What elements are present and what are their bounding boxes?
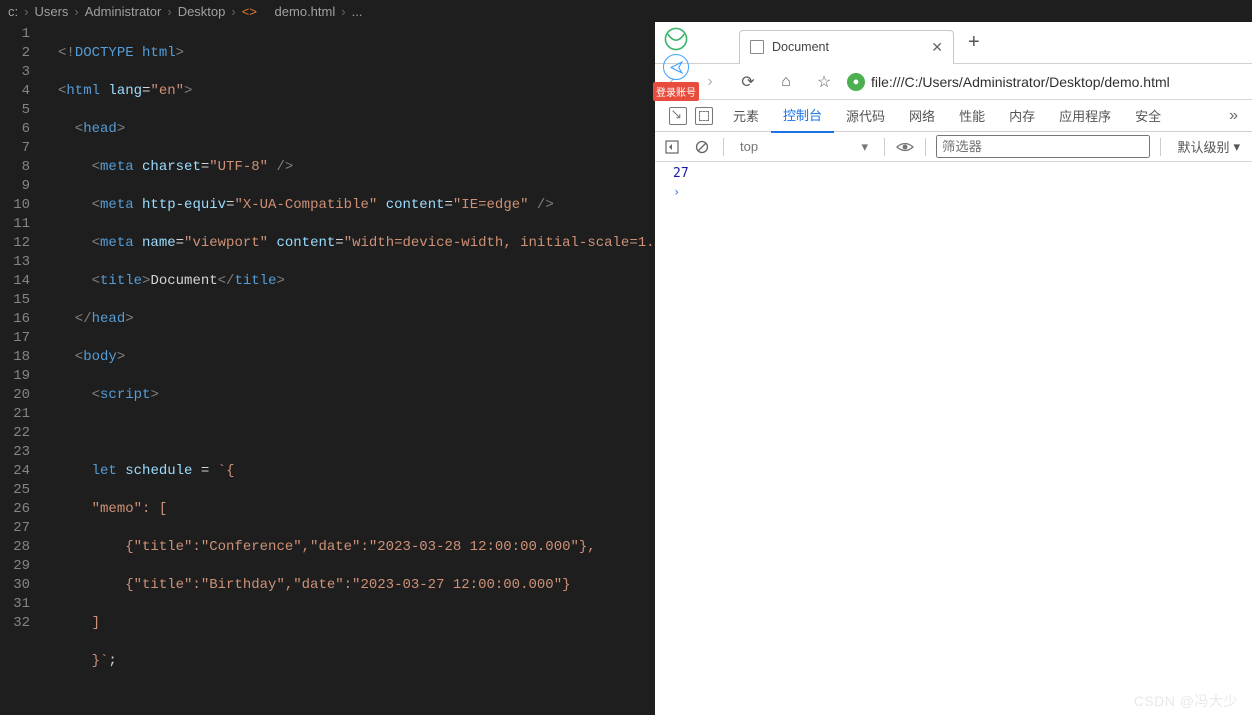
breadcrumb-item[interactable]: Desktop [178, 4, 226, 19]
breadcrumb-file[interactable]: <> demo.html [242, 4, 336, 19]
address-bar: ‹ › ⟳ ⌂ ☆ ● file:///C:/Users/Administrat… [655, 64, 1252, 100]
url-input[interactable]: ● file:///C:/Users/Administrator/Desktop… [847, 68, 1246, 96]
console-toolbar: top▾ 默认级别▾ [655, 132, 1252, 162]
chevron-right-icon: › [167, 4, 171, 19]
tab-elements[interactable]: 元素 [721, 99, 771, 132]
browser-nav-icon[interactable] [663, 54, 689, 80]
browser-logo-icon[interactable] [663, 26, 689, 52]
new-tab-button[interactable]: + [968, 31, 980, 54]
log-level-selector[interactable]: 默认级别▾ [1171, 137, 1246, 156]
console-output[interactable]: 27 › [655, 162, 1252, 715]
filter-input[interactable] [936, 135, 1150, 158]
devtools-tabs: 元素 控制台 源代码 网络 性能 内存 应用程序 安全 » [655, 100, 1252, 132]
document-icon [750, 40, 764, 54]
breadcrumbs: c: › Users › Administrator › Desktop › <… [0, 0, 1252, 22]
inspect-icon[interactable] [669, 107, 687, 125]
tab-sources[interactable]: 源代码 [834, 99, 897, 132]
tab-console[interactable]: 控制台 [771, 98, 834, 133]
console-log-line: 27 [673, 166, 1234, 181]
tab-performance[interactable]: 性能 [947, 99, 997, 132]
clear-console-button[interactable] [691, 136, 713, 158]
url-text: file:///C:/Users/Administrator/Desktop/d… [871, 74, 1170, 90]
login-badge[interactable]: 登录账号 [653, 82, 699, 101]
browser-sidebar: 登录账号 [655, 22, 697, 101]
tab-security[interactable]: 安全 [1123, 99, 1173, 132]
live-expression-button[interactable] [895, 137, 915, 157]
tab-application[interactable]: 应用程序 [1047, 99, 1123, 132]
close-tab-icon[interactable]: ✕ [931, 39, 943, 56]
watermark-text: CSDN @冯大少 [1134, 691, 1238, 711]
toggle-drawer-button[interactable] [661, 136, 683, 158]
tab-strip: Document ✕ + [655, 22, 1252, 64]
tabs-overflow-button[interactable]: » [1221, 107, 1246, 125]
forward-button[interactable]: › [695, 67, 725, 97]
chevron-right-icon: › [74, 4, 78, 19]
home-button[interactable]: ⌂ [771, 67, 801, 97]
file-origin-icon: ● [847, 73, 865, 91]
favorite-button[interactable]: ☆ [809, 67, 839, 97]
tab-memory[interactable]: 内存 [997, 99, 1047, 132]
breadcrumb-item[interactable]: c: [8, 4, 18, 19]
reload-button[interactable]: ⟳ [733, 67, 763, 97]
breadcrumb-item[interactable]: Administrator [85, 4, 162, 19]
line-number-gutter: 1234567891011121314151617181920212223242… [0, 22, 48, 715]
console-prompt[interactable]: › [673, 185, 1234, 199]
code-content[interactable]: <!DOCTYPE html> <html lang="en"> <head> … [48, 22, 655, 715]
chevron-right-icon: › [24, 4, 28, 19]
breadcrumb-item[interactable]: Users [34, 4, 68, 19]
context-selector[interactable]: top▾ [734, 139, 874, 155]
breadcrumb-trail[interactable]: ... [352, 4, 363, 19]
chevron-right-icon: › [231, 4, 235, 19]
chevron-right-icon: › [341, 4, 345, 19]
tab-title: Document [772, 40, 829, 54]
editor-pane[interactable]: 1234567891011121314151617181920212223242… [0, 22, 655, 715]
browser-tab[interactable]: Document ✕ [739, 30, 954, 64]
chevron-down-icon: ▾ [861, 139, 868, 155]
browser-pane: 登录账号 Document ✕ + ‹ › ⟳ ⌂ ☆ ● file:///C:… [655, 22, 1252, 715]
device-toggle-icon[interactable] [695, 107, 713, 125]
chevron-down-icon: ▾ [1233, 139, 1240, 155]
html-file-icon: <> [242, 4, 257, 19]
tab-network[interactable]: 网络 [897, 99, 947, 132]
